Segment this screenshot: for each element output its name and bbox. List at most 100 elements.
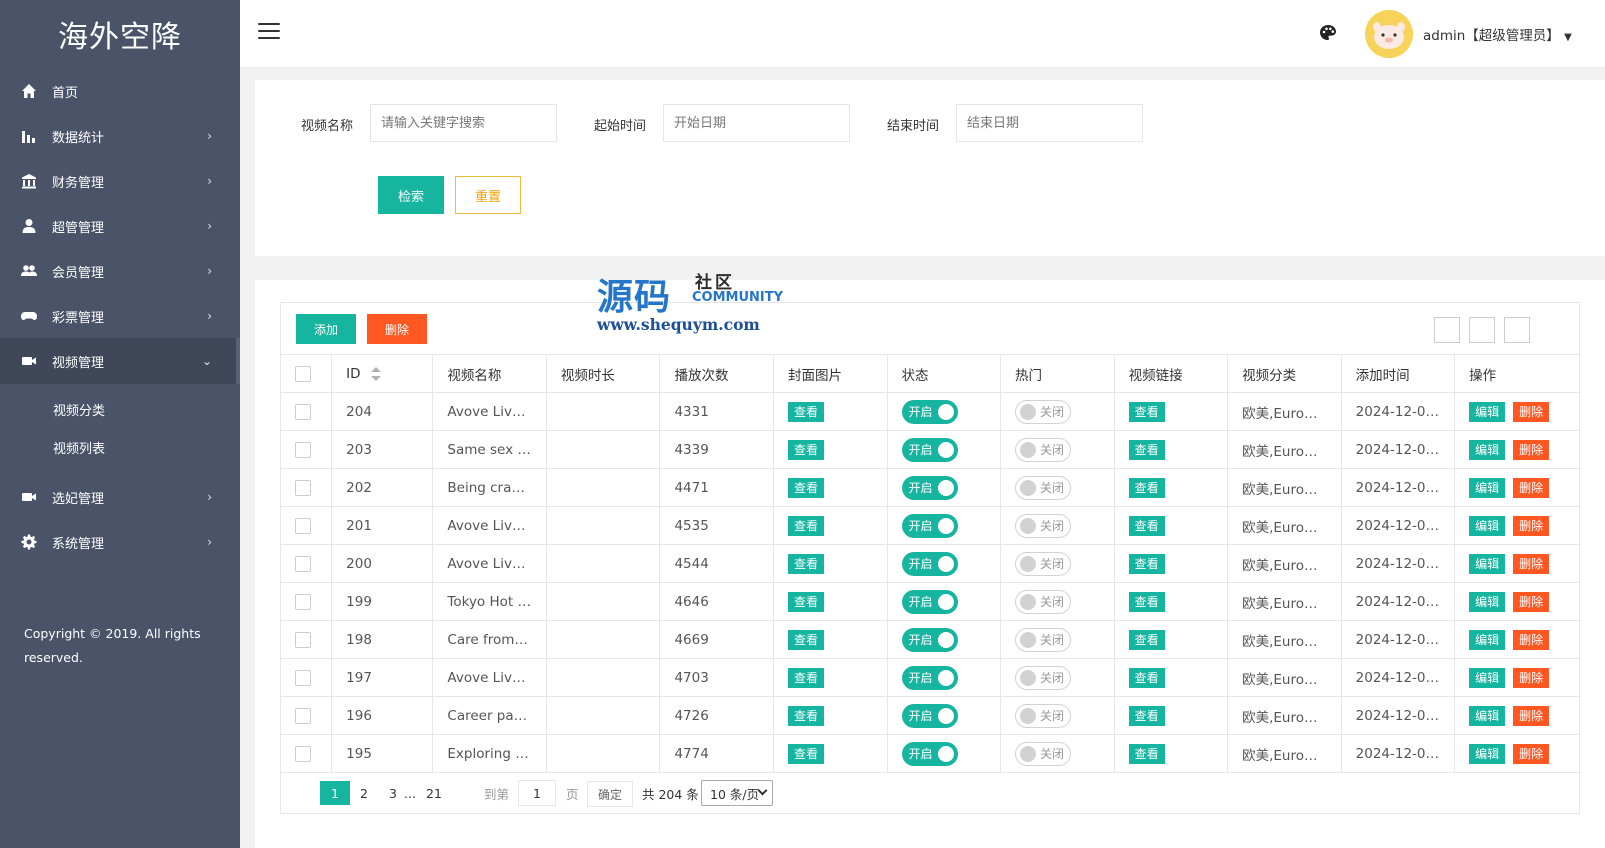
status-toggle[interactable]: 开启: [901, 399, 958, 424]
hot-toggle[interactable]: 关闭: [1015, 513, 1072, 538]
row-checkbox[interactable]: [295, 631, 311, 648]
view-link-button[interactable]: 查看: [1128, 629, 1165, 650]
status-toggle[interactable]: 开启: [901, 703, 958, 728]
filter-columns-icon[interactable]: [1434, 317, 1460, 343]
view-cover-button[interactable]: 查看: [787, 705, 824, 726]
status-toggle[interactable]: 开启: [901, 627, 958, 652]
batch-delete-button[interactable]: 删除: [367, 314, 427, 344]
sidebar-item-system[interactable]: 系统管理 ›: [0, 519, 240, 565]
view-link-button[interactable]: 查看: [1128, 743, 1165, 764]
export-icon[interactable]: [1469, 317, 1495, 343]
view-link-button[interactable]: 查看: [1128, 439, 1165, 460]
sidebar-item-video[interactable]: 视频管理 ⌄: [0, 338, 240, 384]
row-checkbox[interactable]: [295, 441, 311, 458]
hot-toggle[interactable]: 关闭: [1015, 551, 1072, 576]
view-cover-button[interactable]: 查看: [787, 667, 824, 688]
start-date-input[interactable]: [663, 104, 850, 142]
row-delete-button[interactable]: 删除: [1513, 553, 1550, 574]
row-checkbox[interactable]: [295, 745, 311, 762]
sidebar-subitem-video-list[interactable]: 视频列表: [0, 428, 240, 467]
sidebar-subitem-video-category[interactable]: 视频分类: [0, 390, 240, 429]
view-cover-button[interactable]: 查看: [787, 439, 824, 460]
view-cover-button[interactable]: 查看: [787, 553, 824, 574]
view-cover-button[interactable]: 查看: [787, 477, 824, 498]
menu-toggle-icon[interactable]: [258, 23, 280, 43]
hot-toggle[interactable]: 关闭: [1015, 703, 1072, 728]
edit-button[interactable]: 编辑: [1469, 515, 1506, 536]
reset-button[interactable]: 重置: [455, 176, 521, 214]
edit-button[interactable]: 编辑: [1469, 591, 1506, 612]
view-cover-button[interactable]: 查看: [787, 515, 824, 536]
status-toggle[interactable]: 开启: [901, 665, 958, 690]
row-checkbox[interactable]: [295, 707, 311, 724]
sidebar-item-finance[interactable]: 财务管理 ›: [0, 158, 240, 204]
page-button[interactable]: 3: [382, 781, 404, 805]
sidebar-item-stats[interactable]: 数据统计 ›: [0, 113, 240, 159]
row-checkbox[interactable]: [295, 517, 311, 534]
hot-toggle[interactable]: 关闭: [1015, 627, 1072, 652]
add-button[interactable]: 添加: [296, 314, 356, 344]
row-delete-button[interactable]: 删除: [1513, 515, 1550, 536]
hot-toggle[interactable]: 关闭: [1015, 475, 1072, 500]
view-link-button[interactable]: 查看: [1128, 515, 1165, 536]
view-link-button[interactable]: 查看: [1128, 705, 1165, 726]
page-button-current[interactable]: 1: [320, 781, 350, 805]
view-link-button[interactable]: 查看: [1128, 477, 1165, 498]
edit-button[interactable]: 编辑: [1469, 553, 1506, 574]
sidebar-item-lottery[interactable]: 彩票管理 ›: [0, 293, 240, 339]
search-button[interactable]: 检索: [378, 176, 444, 214]
status-toggle[interactable]: 开启: [901, 437, 958, 462]
edit-button[interactable]: 编辑: [1469, 629, 1506, 650]
hot-toggle[interactable]: 关闭: [1015, 589, 1072, 614]
video-name-input[interactable]: [370, 104, 557, 142]
row-checkbox[interactable]: [295, 403, 311, 420]
end-date-input[interactable]: [956, 104, 1143, 142]
view-cover-button[interactable]: 查看: [787, 401, 824, 422]
edit-button[interactable]: 编辑: [1469, 477, 1506, 498]
edit-button[interactable]: 编辑: [1469, 401, 1506, 422]
sidebar-item-home[interactable]: 首页: [0, 68, 240, 114]
user-menu[interactable]: admin【超级管理员】 ▼: [1423, 24, 1572, 44]
view-link-button[interactable]: 查看: [1128, 667, 1165, 688]
row-delete-button[interactable]: 删除: [1513, 439, 1550, 460]
print-icon[interactable]: [1504, 317, 1530, 343]
hot-toggle[interactable]: 关闭: [1015, 665, 1072, 690]
status-toggle[interactable]: 开启: [901, 475, 958, 500]
goto-page-input[interactable]: 1: [518, 780, 556, 806]
row-delete-button[interactable]: 删除: [1513, 667, 1550, 688]
row-checkbox[interactable]: [295, 669, 311, 686]
view-cover-button[interactable]: 查看: [787, 591, 824, 612]
row-checkbox[interactable]: [295, 479, 311, 496]
view-link-button[interactable]: 查看: [1128, 591, 1165, 612]
status-toggle[interactable]: 开启: [901, 551, 958, 576]
status-toggle[interactable]: 开启: [901, 589, 958, 614]
page-button[interactable]: 2: [353, 781, 375, 805]
page-button-last[interactable]: 21: [423, 781, 445, 805]
edit-button[interactable]: 编辑: [1469, 705, 1506, 726]
sidebar-item-concubine[interactable]: 选妃管理 ›: [0, 474, 240, 520]
view-link-button[interactable]: 查看: [1128, 401, 1165, 422]
edit-button[interactable]: 编辑: [1469, 743, 1506, 764]
status-toggle[interactable]: 开启: [901, 513, 958, 538]
view-cover-button[interactable]: 查看: [787, 743, 824, 764]
select-all-checkbox[interactable]: [295, 365, 311, 382]
row-delete-button[interactable]: 删除: [1513, 591, 1550, 612]
row-delete-button[interactable]: 删除: [1513, 629, 1550, 650]
view-link-button[interactable]: 查看: [1128, 553, 1165, 574]
goto-confirm-button[interactable]: 确定: [587, 781, 633, 807]
status-toggle[interactable]: 开启: [901, 741, 958, 766]
hot-toggle[interactable]: 关闭: [1015, 437, 1072, 462]
row-checkbox[interactable]: [295, 555, 311, 572]
row-checkbox[interactable]: [295, 593, 311, 610]
sidebar-item-members[interactable]: 会员管理 ›: [0, 248, 240, 294]
row-delete-button[interactable]: 删除: [1513, 401, 1550, 422]
row-delete-button[interactable]: 删除: [1513, 743, 1550, 764]
palette-icon[interactable]: [1319, 24, 1337, 42]
sidebar-item-admin[interactable]: 超管管理 ›: [0, 203, 240, 249]
avatar[interactable]: [1365, 10, 1413, 58]
edit-button[interactable]: 编辑: [1469, 667, 1506, 688]
sort-icon[interactable]: [370, 366, 381, 381]
view-cover-button[interactable]: 查看: [787, 629, 824, 650]
hot-toggle[interactable]: 关闭: [1015, 399, 1072, 424]
edit-button[interactable]: 编辑: [1469, 439, 1506, 460]
